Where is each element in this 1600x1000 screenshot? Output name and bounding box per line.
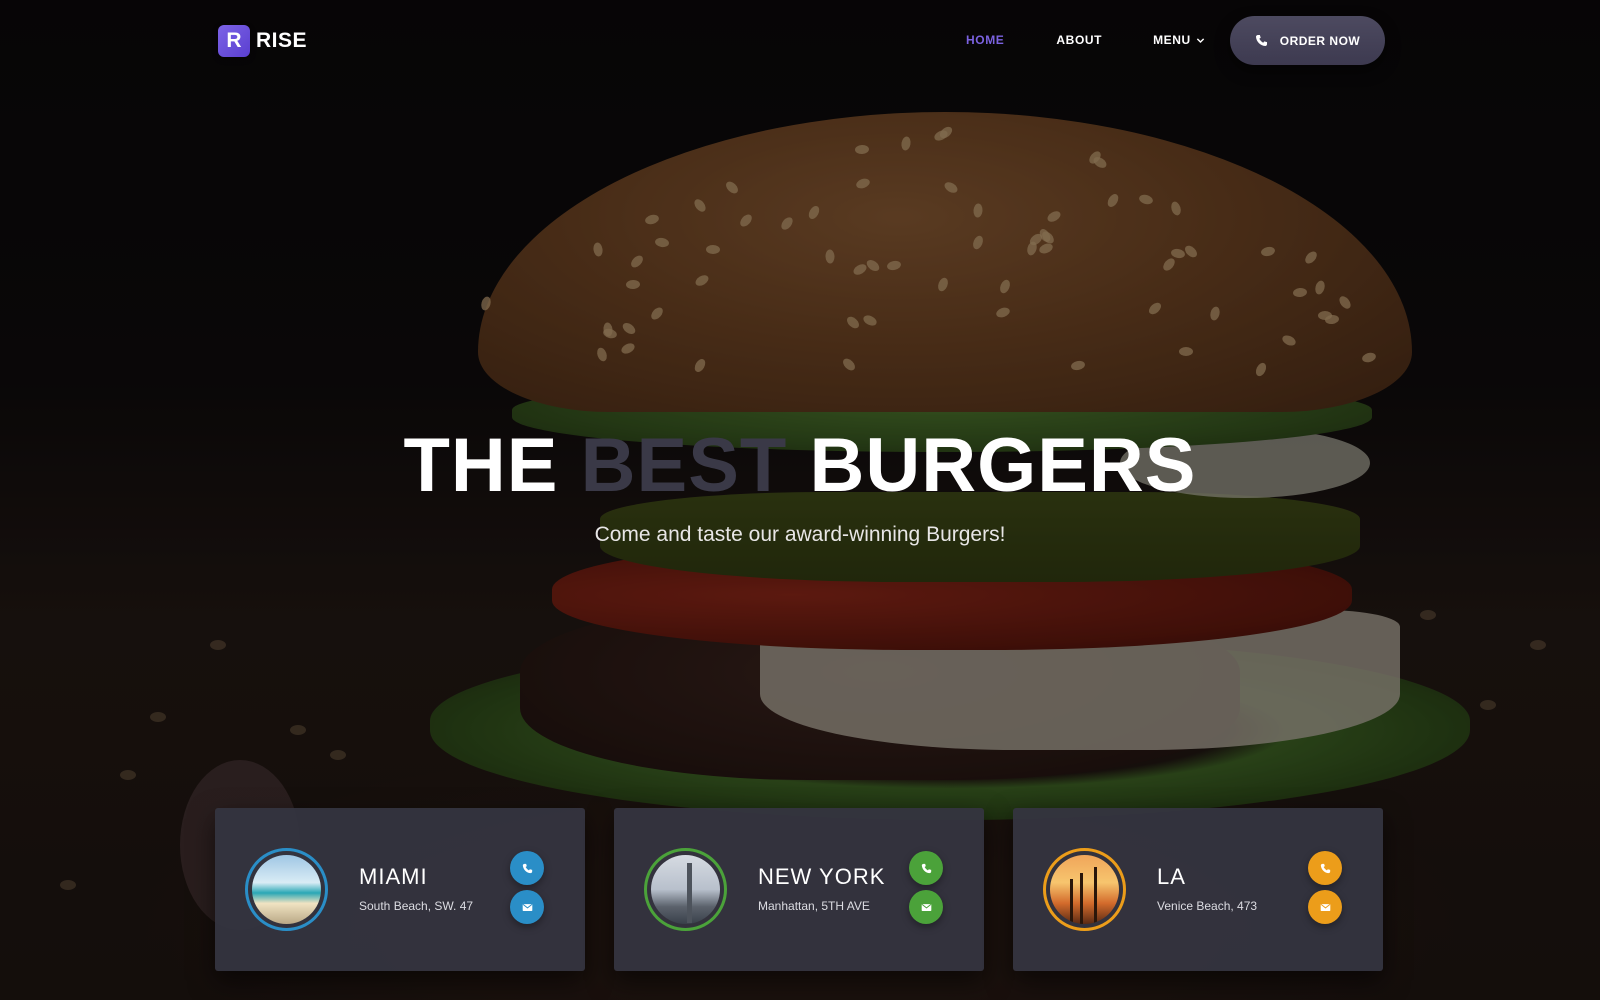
logo-icon: R	[218, 25, 250, 57]
new-york-skyline-photo	[651, 855, 720, 924]
miami-beach-photo	[252, 855, 321, 924]
brand-logo-link[interactable]: R RISE	[218, 25, 307, 57]
locations-section: MIAMI South Beach, SW. 47 NEW YORK Manha…	[215, 808, 1383, 971]
location-address: Manhattan, 5TH AVE	[758, 899, 870, 913]
la-email-button[interactable]	[1308, 890, 1342, 924]
location-address: Venice Beach, 473	[1157, 899, 1258, 913]
hero-title: THE BEST BURGERS	[0, 428, 1600, 504]
nav-about[interactable]: ABOUT	[1056, 33, 1102, 47]
la-photo[interactable]	[1043, 848, 1126, 931]
hero-title-part2: BURGERS	[809, 423, 1197, 508]
brand-name: RISE	[256, 29, 308, 52]
la-palm-trees-photo	[1050, 855, 1119, 924]
hero-subtitle: Come and taste our award-winning Burgers…	[594, 523, 1006, 546]
envelope-icon	[522, 903, 532, 911]
location-address: South Beach, SW. 47	[359, 899, 474, 913]
navbar: R RISE HOME ABOUT MENU ORDER NOW	[0, 0, 1600, 82]
new-york-call-button[interactable]	[909, 851, 943, 885]
la-call-button[interactable]	[1308, 851, 1342, 885]
miami-photo[interactable]	[245, 848, 328, 931]
main-nav: HOME ABOUT MENU	[966, 33, 1205, 47]
chevron-down-icon	[1196, 37, 1204, 43]
miami-email-button[interactable]	[510, 890, 544, 924]
new-york-photo[interactable]	[644, 848, 727, 931]
phone-icon	[1255, 34, 1267, 47]
location-card-la: LA Venice Beach, 473	[1013, 808, 1383, 971]
nav-menu-dropdown[interactable]: MENU	[1153, 33, 1205, 47]
location-city: MIAMI	[359, 864, 428, 889]
order-now-button[interactable]: ORDER NOW	[1230, 16, 1385, 65]
location-city: NEW YORK	[758, 864, 886, 889]
nav-about-label: ABOUT	[1056, 33, 1103, 47]
phone-icon	[1320, 863, 1330, 873]
location-city: LA	[1157, 864, 1186, 889]
miami-call-button[interactable]	[510, 851, 544, 885]
hero-title-part1: THE	[403, 423, 559, 508]
nav-menu-label: MENU	[1153, 33, 1191, 47]
order-now-label: ORDER NOW	[1279, 33, 1361, 48]
phone-icon	[921, 863, 931, 873]
location-card-miami: MIAMI South Beach, SW. 47	[215, 808, 585, 971]
nav-home[interactable]: HOME	[966, 33, 1004, 47]
phone-icon	[522, 863, 532, 873]
hero-title-highlight: BEST	[580, 423, 788, 508]
envelope-icon	[921, 903, 931, 911]
new-york-email-button[interactable]	[909, 890, 943, 924]
nav-home-label: HOME	[966, 33, 1005, 47]
location-card-new-york: NEW YORK Manhattan, 5TH AVE	[614, 808, 984, 971]
envelope-icon	[1320, 903, 1330, 911]
